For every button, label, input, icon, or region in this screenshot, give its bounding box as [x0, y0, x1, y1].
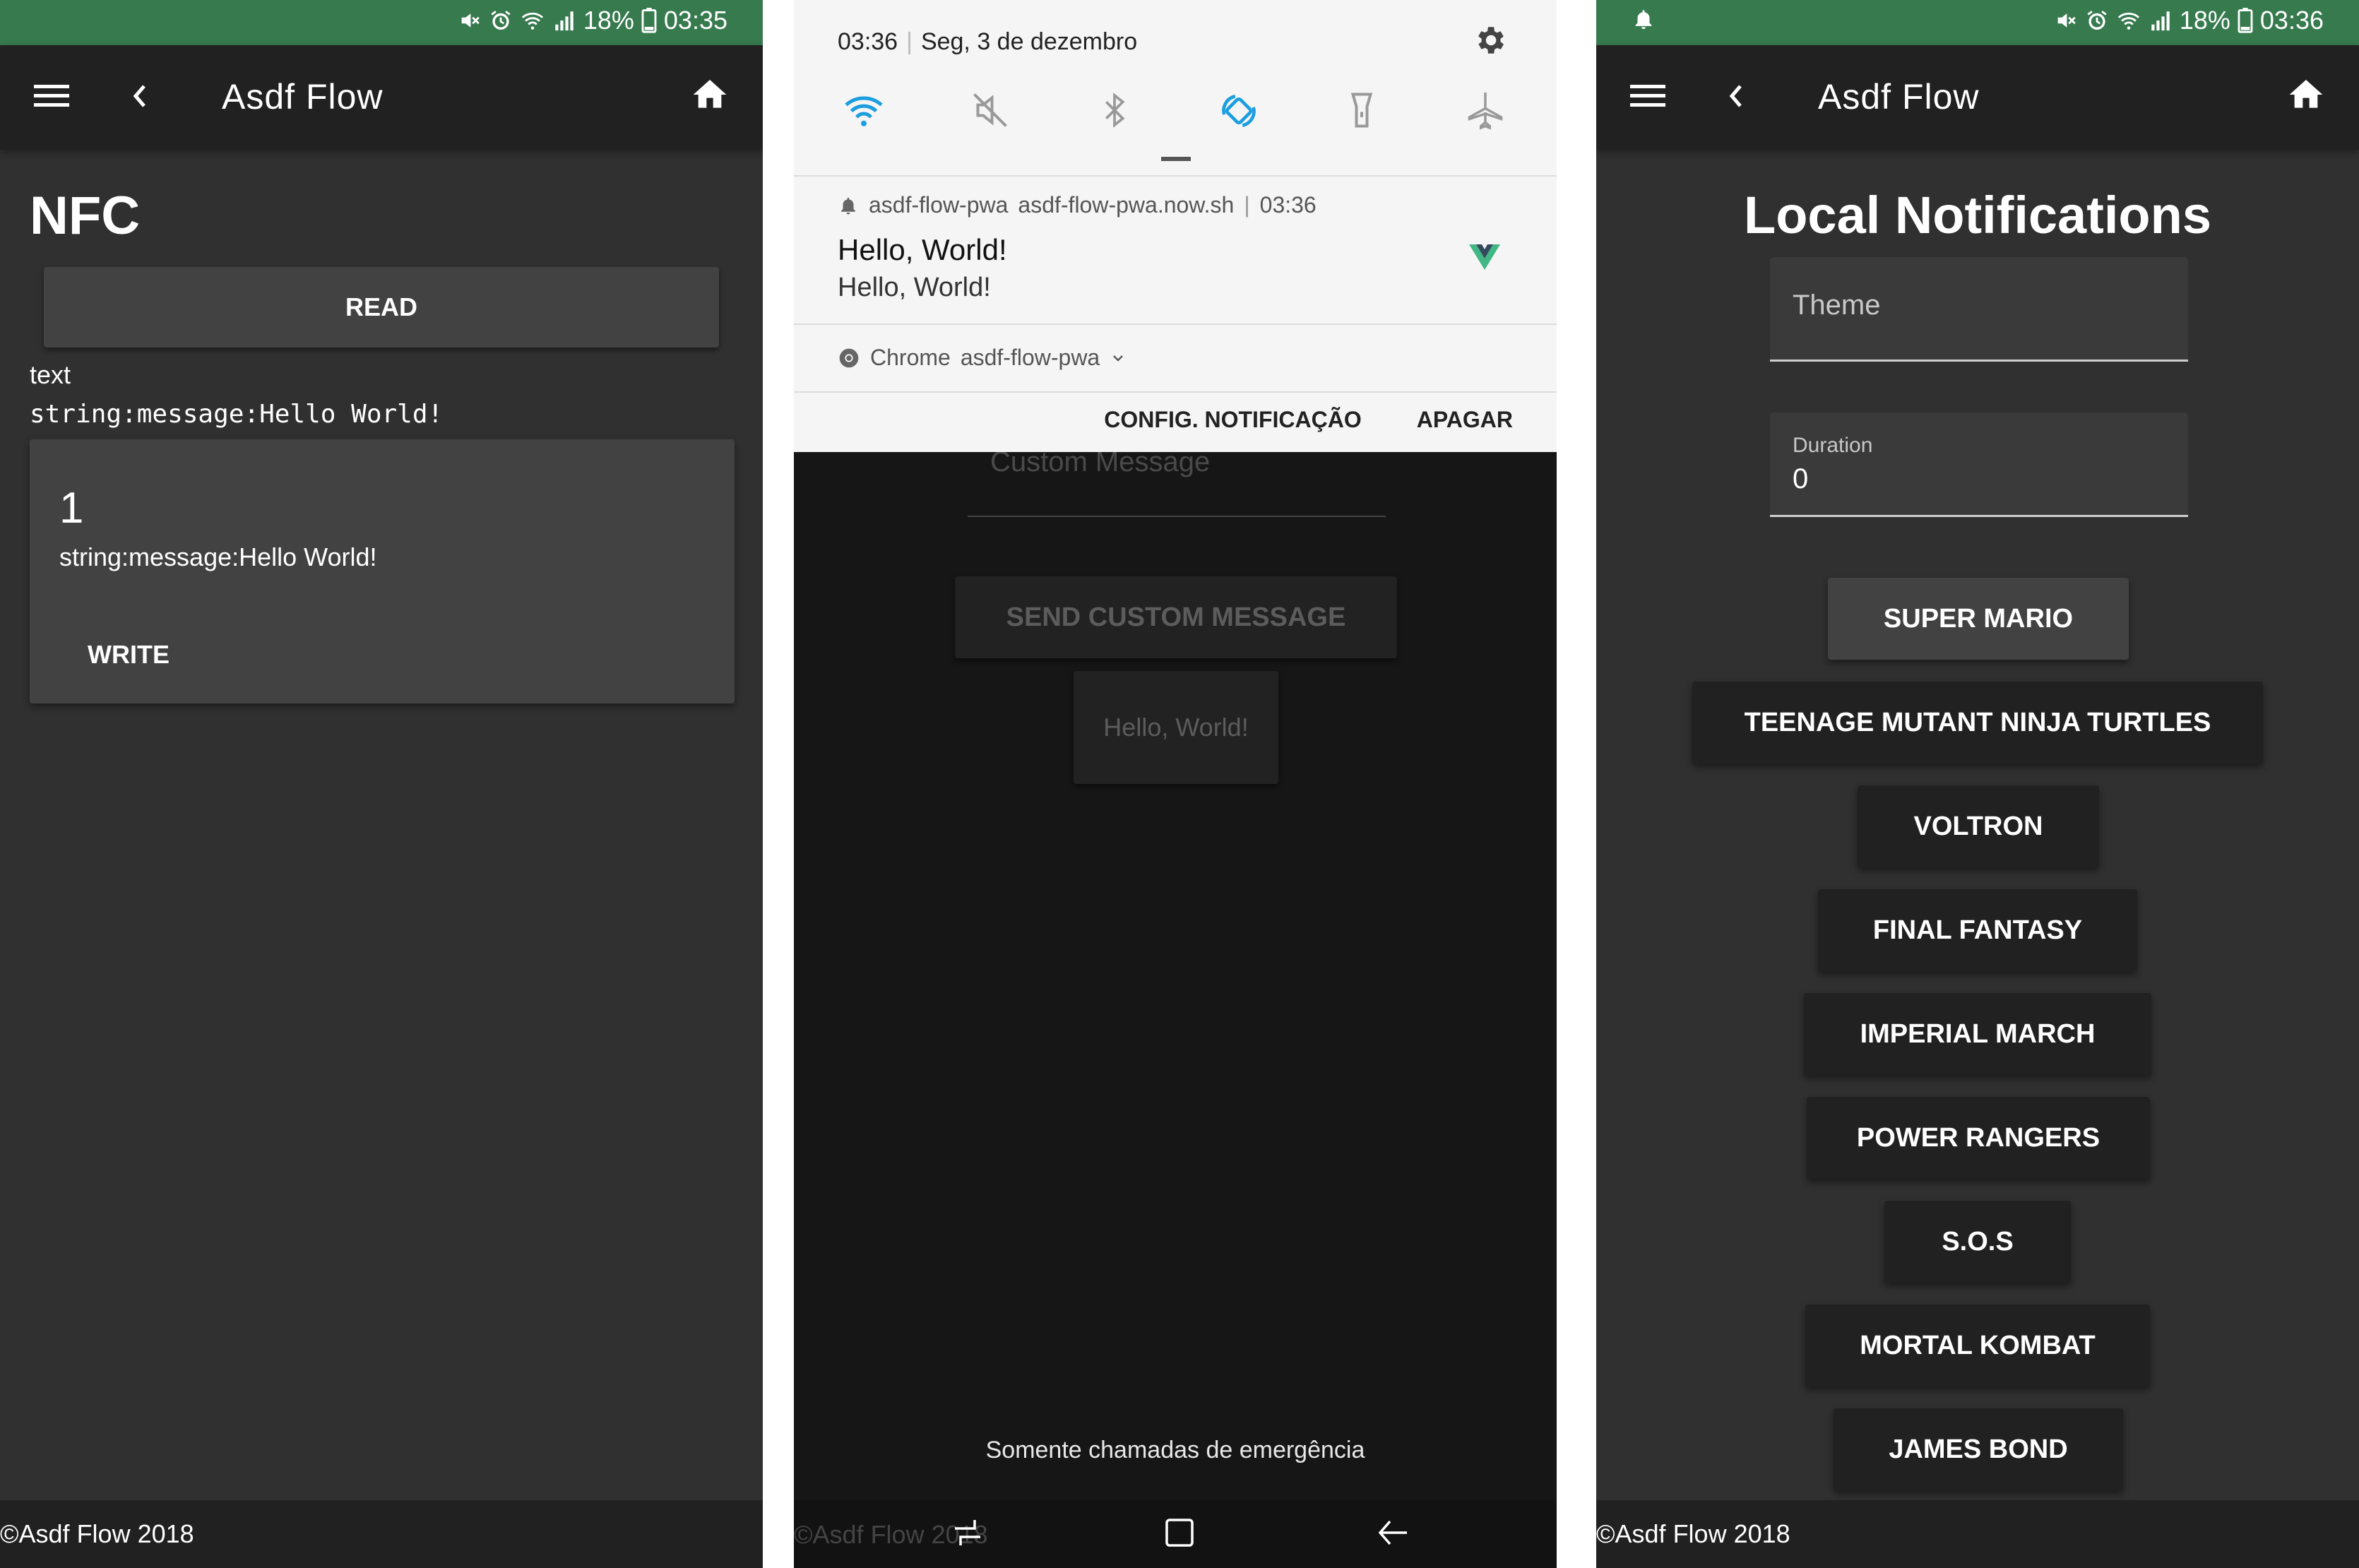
notification-title[interactable]: Hello, World! [838, 233, 1007, 267]
home-nav-icon[interactable] [1164, 1517, 1195, 1548]
james-bond-button[interactable]: JAMES BOND [1834, 1408, 2123, 1490]
wifi-toggle-icon[interactable] [840, 89, 887, 131]
nfc-screen: 18% 03:35 Asdf Flow NFC READ text string… [0, 0, 763, 1568]
write-button[interactable]: WRITE [30, 630, 194, 679]
status-bar: 18% 03:36 [1596, 0, 2359, 45]
app-bar: Asdf Flow [0, 45, 763, 150]
chevron-down-icon[interactable] [1110, 350, 1127, 367]
imperial-march-button[interactable]: IMPERIAL MARCH [1804, 993, 2151, 1075]
chrome-label: Chrome [870, 345, 951, 370]
alarm-icon [491, 11, 511, 30]
back-nav-icon[interactable] [1376, 1517, 1410, 1548]
local-notifications-screen: 18% 03:36 Asdf Flow Local Notifications … [1596, 0, 2359, 1568]
notification-actions: CONFIG. NOTIFICAÇÃO APAGAR [1104, 407, 1513, 433]
voltron-button[interactable]: VOLTRON [1858, 785, 2099, 867]
record-message: string:message:Hello World! [59, 542, 377, 571]
notification-settings-button[interactable]: CONFIG. NOTIFICAÇÃO [1104, 407, 1361, 433]
tmnt-button[interactable]: TEENAGE MUTANT NINJA TURTLES [1692, 682, 2263, 764]
final-fantasy-button[interactable]: FINAL FANTASY [1818, 889, 2137, 971]
bell-icon [841, 197, 855, 214]
airplane-mode-toggle-icon[interactable] [1463, 89, 1507, 131]
app-title: Asdf Flow [1818, 77, 1980, 117]
divider [794, 175, 1557, 177]
divider [794, 391, 1557, 393]
settings-gear-icon[interactable] [1472, 23, 1507, 58]
menu-icon[interactable] [34, 82, 69, 110]
power-rangers-button[interactable]: POWER RANGERS [1807, 1097, 2150, 1179]
shade-time: 03:36 [838, 28, 898, 55]
status-time: 03:35 [663, 6, 727, 35]
chrome-notification-group[interactable]: Chrome asdf-flow-pwa [838, 345, 1127, 371]
app-title: Asdf Flow [222, 77, 384, 117]
back-arrow-icon[interactable] [1725, 79, 1747, 113]
shade-date: Seg, 3 de dezembro [920, 28, 1138, 55]
vue-logo-icon [1469, 244, 1500, 270]
notification-bell-icon [1635, 10, 1652, 30]
shade-drag-handle[interactable] [1161, 157, 1191, 161]
bluetooth-toggle-icon[interactable] [1095, 89, 1134, 131]
duration-value: 0 [1793, 463, 1809, 494]
duration-field[interactable]: Duration 0 [1770, 412, 2188, 517]
theme-placeholder: Theme [1793, 290, 1881, 321]
wifi-icon [2117, 12, 2139, 30]
notification-body: Hello, World! [838, 273, 991, 302]
notification-host: asdf-flow-pwa.now.sh [1018, 192, 1235, 218]
theme-select[interactable]: Theme [1770, 257, 2188, 362]
battery-percent: 18% [2179, 6, 2230, 35]
record-raw-text: string:message:Hello World! [30, 400, 444, 429]
recent-apps-icon[interactable] [951, 1516, 985, 1550]
auto-rotate-toggle-icon[interactable] [1216, 89, 1261, 133]
mute-icon [2057, 13, 2076, 28]
sos-button[interactable]: S.O.S [1884, 1201, 2071, 1283]
notification-shade-screen: Custom Message SEND CUSTOM MESSAGE Hello… [794, 0, 1557, 1568]
notification-time: 03:36 [1259, 192, 1317, 218]
notification-shade: 03:36 | Seg, 3 de dezembro asdf-flow-pwa a… [794, 0, 1557, 452]
page-title: NFC [30, 186, 141, 246]
duration-label: Duration [1793, 434, 1873, 457]
signal-icon [2151, 11, 2170, 31]
hello-world-button[interactable]: Hello, World! [1074, 671, 1278, 784]
wifi-icon [521, 12, 543, 30]
clear-notifications-button[interactable]: APAGAR [1417, 407, 1513, 433]
menu-icon[interactable] [1630, 82, 1665, 110]
home-icon[interactable] [2286, 75, 2327, 114]
record-index: 1 [59, 484, 84, 533]
signal-icon [555, 11, 574, 31]
read-button[interactable]: READ [44, 267, 719, 348]
battery-percent: 18% [583, 6, 634, 35]
battery-icon [2238, 8, 2253, 33]
record-type-label: text [30, 360, 71, 389]
app-bar: Asdf Flow [1596, 45, 2359, 150]
alarm-icon [2087, 11, 2107, 30]
home-icon[interactable] [689, 75, 730, 114]
status-time: 03:36 [2259, 6, 2324, 35]
sound-toggle-icon[interactable] [969, 89, 1011, 131]
mute-icon [461, 13, 480, 28]
emergency-calls-text: Somente chamadas de emergência [985, 1437, 1365, 1463]
back-arrow-icon[interactable] [129, 79, 151, 113]
super-mario-button[interactable]: SUPER MARIO [1828, 578, 2129, 660]
shade-header: 03:36 | Seg, 3 de dezembro [838, 28, 1138, 55]
battery-icon [641, 8, 657, 33]
mortal-kombat-button[interactable]: MORTAL KOMBAT [1805, 1305, 2150, 1386]
system-nav-bar: ©Asdf Flow 2018 [794, 1500, 1557, 1568]
notification-app: asdf-flow-pwa [869, 192, 1009, 218]
send-custom-message-button[interactable]: SEND CUSTOM MESSAGE [955, 576, 1397, 658]
divider [794, 323, 1557, 325]
nfc-record-card: 1 string:message:Hello World! WRITE [30, 439, 735, 703]
chrome-icon [839, 348, 859, 367]
flashlight-toggle-icon[interactable] [1341, 89, 1383, 131]
status-bar: 18% 03:35 [0, 0, 763, 45]
chrome-site: asdf-flow-pwa [960, 345, 1100, 370]
page-title: Local Notifications [1744, 186, 2211, 244]
footer: ©Asdf Flow 2018 [0, 1500, 763, 1568]
footer: ©Asdf Flow 2018 [1596, 1500, 2359, 1568]
notification-header: asdf-flow-pwa asdf-flow-pwa.now.sh | 03:… [838, 192, 1317, 218]
